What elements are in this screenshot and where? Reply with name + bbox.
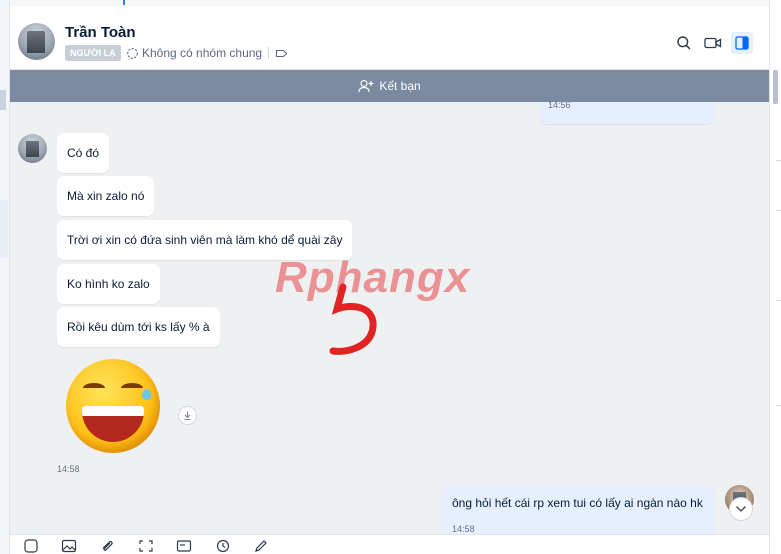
left-panel-selection <box>0 200 8 258</box>
video-call-icon[interactable] <box>702 32 724 54</box>
incoming-message[interactable]: Rồi kêu dùm tới ks lấy % à <box>57 307 220 347</box>
emoji-left-eye <box>83 383 105 393</box>
sticker-icon[interactable] <box>22 538 40 554</box>
chat-header: Trần Toàn NGƯỜI LẠ Không có nhóm chung <box>10 8 769 70</box>
previous-message-time: 14:56 <box>548 102 571 110</box>
right-panel-tick <box>776 300 781 301</box>
sidebar-toggle-icon[interactable] <box>731 32 753 54</box>
common-groups-label: Không có nhóm chung <box>142 46 263 60</box>
outgoing-message[interactable]: ông hỏi hết cái rp xem tui có lấy ai ngà… <box>442 486 715 534</box>
common-groups-info[interactable]: Không có nhóm chung <box>126 44 288 62</box>
left-panel-marker <box>0 90 6 110</box>
incoming-message[interactable]: Mà xin zalo nó <box>57 176 155 216</box>
top-edge <box>10 0 769 6</box>
emoji-tear <box>142 389 151 400</box>
right-panel-tick <box>776 405 781 406</box>
incoming-message[interactable]: Có đó <box>57 133 110 173</box>
emoji-right-eye <box>121 383 143 393</box>
tag-icon[interactable] <box>275 48 288 59</box>
scrollbar-thumb[interactable] <box>773 70 778 104</box>
sender-avatar[interactable] <box>18 134 47 163</box>
top-edge-marker <box>123 0 125 5</box>
add-friend-bar[interactable]: Kết bạn <box>10 70 769 102</box>
incoming-message[interactable]: Ko hình ko zalo <box>57 264 160 304</box>
incoming-time: 14:58 <box>57 464 80 474</box>
outgoing-time: 14:58 <box>452 524 475 534</box>
message-list[interactable]: 14:56 Có đó Mà xin zalo nó Trời ơi xin c… <box>10 102 769 534</box>
add-friend-icon <box>358 79 374 93</box>
scroll-to-bottom-button[interactable] <box>729 497 753 521</box>
contact-name[interactable]: Trần Toàn <box>65 24 136 41</box>
right-panel-tick <box>776 160 781 161</box>
search-icon[interactable] <box>673 32 695 54</box>
right-panel-tick <box>776 210 781 211</box>
composer-toolbar <box>10 534 769 554</box>
incoming-message[interactable]: Trời ơi xin có đứa sinh viên mà làm khó … <box>57 220 353 260</box>
header-divider <box>268 47 270 59</box>
right-panel-edge <box>769 0 781 554</box>
emoji-mouth <box>82 406 144 442</box>
image-icon[interactable] <box>60 538 78 554</box>
attachment-icon[interactable] <box>98 538 116 554</box>
left-panel-edge <box>0 0 10 554</box>
groups-icon <box>126 47 139 60</box>
contact-avatar[interactable] <box>18 23 55 60</box>
business-card-icon[interactable] <box>175 538 193 554</box>
download-icon[interactable] <box>178 406 197 425</box>
screenshot-icon[interactable] <box>137 538 155 554</box>
chevron-down-icon <box>735 505 747 513</box>
draw-icon[interactable] <box>252 538 270 554</box>
previous-outgoing-bubble[interactable]: 14:56 <box>540 102 714 124</box>
reminder-icon[interactable] <box>214 538 232 554</box>
add-friend-label: Kết bạn <box>379 79 421 93</box>
stranger-badge: NGƯỜI LẠ <box>65 45 121 61</box>
laughing-tears-emoji-sticker[interactable] <box>66 359 160 453</box>
outgoing-message-text: ông hỏi hết cái rp xem tui có lấy ai ngà… <box>452 496 703 510</box>
